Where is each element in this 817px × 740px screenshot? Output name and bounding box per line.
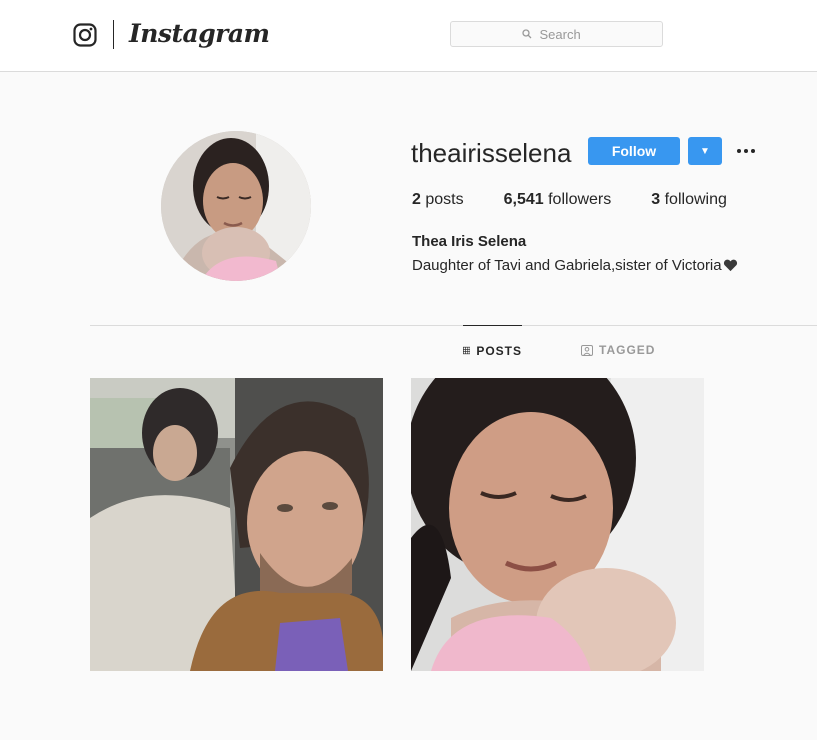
post-thumbnail-1[interactable]	[90, 378, 383, 671]
black-heart-icon	[723, 259, 737, 272]
tabs-divider	[90, 325, 817, 326]
suggestions-dropdown-button[interactable]: ▼	[688, 137, 722, 165]
followers-stat[interactable]: 6,541 followers	[504, 190, 612, 210]
ellipsis-icon	[737, 149, 741, 153]
tagged-icon	[581, 344, 593, 356]
instagram-camera-icon[interactable]	[73, 23, 97, 47]
profile-avatar[interactable]	[161, 131, 311, 281]
instagram-wordmark[interactable]: Instagram	[129, 17, 270, 51]
tab-posts[interactable]: POSTS	[463, 325, 522, 375]
top-navigation-bar: Instagram	[0, 0, 817, 72]
caret-down-icon: ▼	[700, 145, 710, 157]
bio-text: Daughter of Tavi and Gabriela,sister of …	[412, 257, 722, 274]
post-thumbnail-2[interactable]	[411, 378, 704, 671]
profile-full-name: Thea Iris Selena	[412, 233, 527, 250]
more-options-button[interactable]	[733, 139, 759, 163]
posts-stat: 2 posts	[412, 191, 464, 208]
search-box[interactable]	[450, 21, 663, 47]
search-icon	[521, 29, 531, 39]
brand-divider	[113, 20, 114, 49]
following-stat[interactable]: 3 following	[651, 190, 727, 210]
grid-icon	[463, 346, 471, 355]
photo-mother-newborn	[411, 378, 704, 671]
search-input[interactable]	[537, 25, 592, 43]
profile-bio: Daughter of Tavi and Gabriela,sister of …	[412, 256, 738, 276]
tab-posts-label: POSTS	[476, 343, 522, 358]
tab-tagged[interactable]: TAGGED	[581, 325, 655, 375]
profile-username: theairisselena	[411, 138, 572, 168]
profile-stats: 2 posts 6,541 followers 3 following	[412, 190, 767, 210]
follow-button[interactable]: Follow	[588, 137, 680, 165]
tab-tagged-label: TAGGED	[599, 343, 656, 357]
photo-selfie-car	[90, 378, 383, 671]
